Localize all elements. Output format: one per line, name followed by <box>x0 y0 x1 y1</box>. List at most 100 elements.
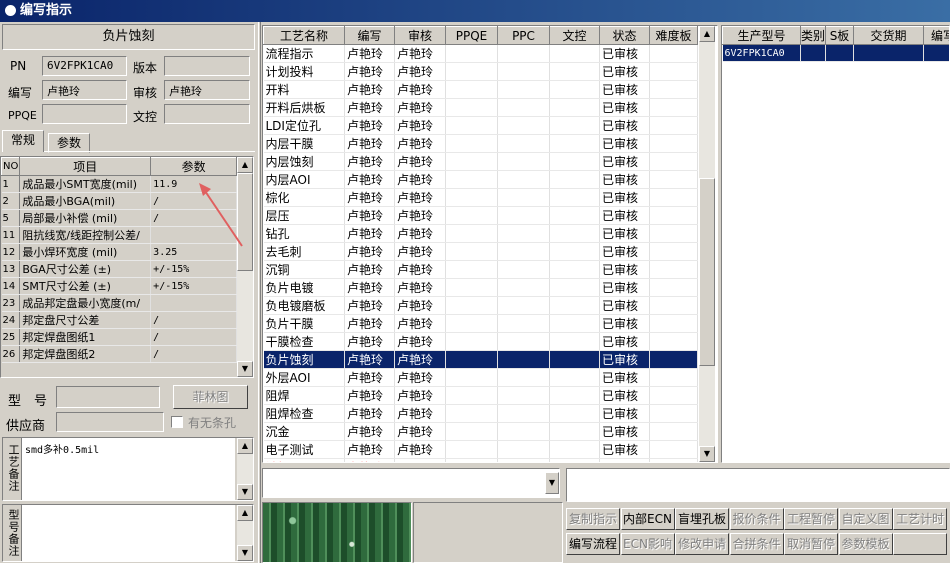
col-header[interactable]: 交货期 <box>853 26 924 45</box>
checkbox-tiaokong[interactable] <box>171 416 183 428</box>
col-header[interactable]: 文控 <box>549 26 600 45</box>
param-row[interactable]: 26 邦定焊盘图纸2 / <box>1 345 237 363</box>
process-grid-scrollbar[interactable]: ▲ ▼ <box>699 26 715 462</box>
param-value[interactable] <box>150 294 237 312</box>
model-note-scrollbar[interactable]: ▲ ▼ <box>237 505 253 561</box>
ppqe-cell <box>445 368 498 387</box>
process-note-scrollbar[interactable]: ▲ ▼ <box>237 438 253 500</box>
process-row[interactable]: 沉铜 卢艳玲 卢艳玲 已审核 <box>263 260 698 279</box>
param-value[interactable]: / <box>150 345 237 363</box>
process-row[interactable]: 铣板 卢艳玲 已回退 <box>263 458 698 462</box>
param-value[interactable]: +/-15% <box>150 277 237 295</box>
col-header[interactable]: 编写 <box>923 26 949 45</box>
col-header-item[interactable]: 项目 <box>19 157 152 176</box>
internal-ecn-button[interactable]: 内部ECN <box>620 508 675 530</box>
empty-button[interactable] <box>893 533 947 555</box>
copy-instruction-button[interactable]: 复制指示 <box>566 508 620 530</box>
process-row[interactable]: 沉金 卢艳玲 卢艳玲 已审核 <box>263 422 698 441</box>
col-header-param[interactable]: 参数 <box>150 157 237 176</box>
model-field[interactable] <box>56 386 160 408</box>
process-row[interactable]: 内层干膜 卢艳玲 卢艳玲 已审核 <box>263 134 698 153</box>
process-note-text[interactable]: smd多补0.5mil <box>21 438 235 500</box>
col-header[interactable]: S板 <box>825 26 854 45</box>
scroll-up-icon[interactable]: ▲ <box>237 438 253 454</box>
modify-request-button[interactable]: 修改申请 <box>675 533 729 555</box>
process-row[interactable]: 钻孔 卢艳玲 卢艳玲 已审核 <box>263 224 698 243</box>
process-row[interactable]: 计划投料 卢艳玲 卢艳玲 已审核 <box>263 62 698 81</box>
lower-right-input[interactable] <box>566 468 950 502</box>
process-row[interactable]: 阻焊检查 卢艳玲 卢艳玲 已审核 <box>263 404 698 423</box>
param-row[interactable]: 24 邦定盘尺寸公差 / <box>1 311 237 329</box>
ppqe-field[interactable] <box>42 104 127 124</box>
write-flow-button[interactable]: 编写流程 <box>566 533 620 555</box>
tab-general[interactable]: 常规 <box>2 130 45 152</box>
quote-condition-button[interactable]: 报价条件 <box>729 508 784 530</box>
param-value[interactable]: +/-15% <box>150 260 237 278</box>
process-row[interactable]: 干膜检查 卢艳玲 卢艳玲 已审核 <box>263 332 698 351</box>
process-row[interactable]: 电子测试 卢艳玲 卢艳玲 已审核 <box>263 440 698 459</box>
version-field[interactable] <box>164 56 250 76</box>
tab-params[interactable]: 参数 <box>48 133 91 153</box>
scroll-up-icon[interactable]: ▲ <box>237 505 253 521</box>
reviewer-cell: 卢艳玲 <box>394 152 446 171</box>
col-header-no[interactable]: NO <box>1 157 21 176</box>
process-row[interactable]: 负电镀磨板 卢艳玲 卢艳玲 已审核 <box>263 296 698 315</box>
process-row[interactable]: 层压 卢艳玲 卢艳玲 已审核 <box>263 206 698 225</box>
process-row[interactable]: 外层AOI 卢艳玲 卢艳玲 已审核 <box>263 368 698 387</box>
splitter[interactable] <box>258 22 261 563</box>
model-row[interactable]: 6V2FPK1CA0 <box>722 44 949 62</box>
process-timer-button[interactable]: 工艺计时 <box>893 508 947 530</box>
process-row[interactable]: LDI定位孔 卢艳玲 卢艳玲 已审核 <box>263 116 698 135</box>
col-header[interactable]: 审核 <box>394 26 446 45</box>
col-header[interactable]: 难度板 <box>649 26 698 45</box>
blind-buried-button[interactable]: 盲埋孔板 <box>675 508 729 530</box>
param-row[interactable]: 14 SMT尺寸公差 (±) +/-15% <box>1 277 237 295</box>
process-row[interactable]: 负片蚀刻 卢艳玲 卢艳玲 已审核 <box>263 350 698 369</box>
ecn-impact-button[interactable]: ECN影响 <box>620 533 675 555</box>
wenkong-field[interactable] <box>164 104 250 124</box>
engineering-pause-button[interactable]: 工程暂停 <box>784 508 838 530</box>
scroll-down-icon[interactable]: ▼ <box>237 484 253 500</box>
param-row[interactable]: 25 邦定焊盘图纸1 / <box>1 328 237 346</box>
col-header[interactable]: 编写 <box>344 26 395 45</box>
feilin-button[interactable]: 菲林图 <box>173 385 248 409</box>
writer-field[interactable]: 卢艳玲 <box>42 80 127 100</box>
process-row[interactable]: 流程指示 卢艳玲 卢艳玲 已审核 <box>263 44 698 63</box>
col-header[interactable]: PPC <box>497 26 550 45</box>
process-row[interactable]: 棕化 卢艳玲 卢艳玲 已审核 <box>263 188 698 207</box>
model-note-text[interactable] <box>21 505 235 561</box>
lower-combo[interactable] <box>262 468 560 498</box>
pn-field[interactable]: 6V2FPK1CA0 <box>42 56 127 76</box>
process-row[interactable]: 负片电镀 卢艳玲 卢艳玲 已审核 <box>263 278 698 297</box>
process-row[interactable]: 阻焊 卢艳玲 卢艳玲 已审核 <box>263 386 698 405</box>
process-row[interactable]: 去毛刺 卢艳玲 卢艳玲 已审核 <box>263 242 698 261</box>
process-row[interactable]: 开料 卢艳玲 卢艳玲 已审核 <box>263 80 698 99</box>
combo-dropdown-icon[interactable]: ▼ <box>545 472 559 494</box>
merge-condition-button[interactable]: 合拼条件 <box>729 533 784 555</box>
supplier-field[interactable] <box>56 412 164 432</box>
col-header[interactable]: 类别 <box>800 26 826 45</box>
scroll-up-icon[interactable]: ▲ <box>699 26 715 42</box>
custom-drawing-button[interactable]: 自定义图 <box>838 508 893 530</box>
param-template-button[interactable]: 参数模板 <box>838 533 893 555</box>
process-row[interactable]: 内层AOI 卢艳玲 卢艳玲 已审核 <box>263 170 698 189</box>
col-header[interactable]: 状态 <box>599 26 650 45</box>
process-row[interactable]: 负片干膜 卢艳玲 卢艳玲 已审核 <box>263 314 698 333</box>
scroll-up-icon[interactable]: ▲ <box>237 157 253 173</box>
process-row[interactable]: 开料后烘板 卢艳玲 卢艳玲 已审核 <box>263 98 698 117</box>
ppqe-cell <box>445 404 498 423</box>
col-header[interactable]: PPQE <box>445 26 498 45</box>
scroll-down-icon[interactable]: ▼ <box>237 361 253 377</box>
scroll-thumb[interactable] <box>699 178 715 366</box>
scroll-down-icon[interactable]: ▼ <box>237 545 253 561</box>
scroll-down-icon[interactable]: ▼ <box>699 446 715 462</box>
cancel-pause-button[interactable]: 取消暂停 <box>784 533 838 555</box>
param-row[interactable]: 13 BGA尺寸公差 (±) +/-15% <box>1 260 237 278</box>
col-header[interactable]: 生产型号 <box>722 26 801 45</box>
reviewer-field[interactable]: 卢艳玲 <box>164 80 250 100</box>
param-row[interactable]: 23 成品邦定盘最小宽度(m/ <box>1 294 237 312</box>
col-header[interactable]: 工艺名称 <box>263 26 345 45</box>
process-row[interactable]: 内层蚀刻 卢艳玲 卢艳玲 已审核 <box>263 152 698 171</box>
param-value[interactable]: / <box>150 328 237 346</box>
param-value[interactable]: / <box>150 311 237 329</box>
